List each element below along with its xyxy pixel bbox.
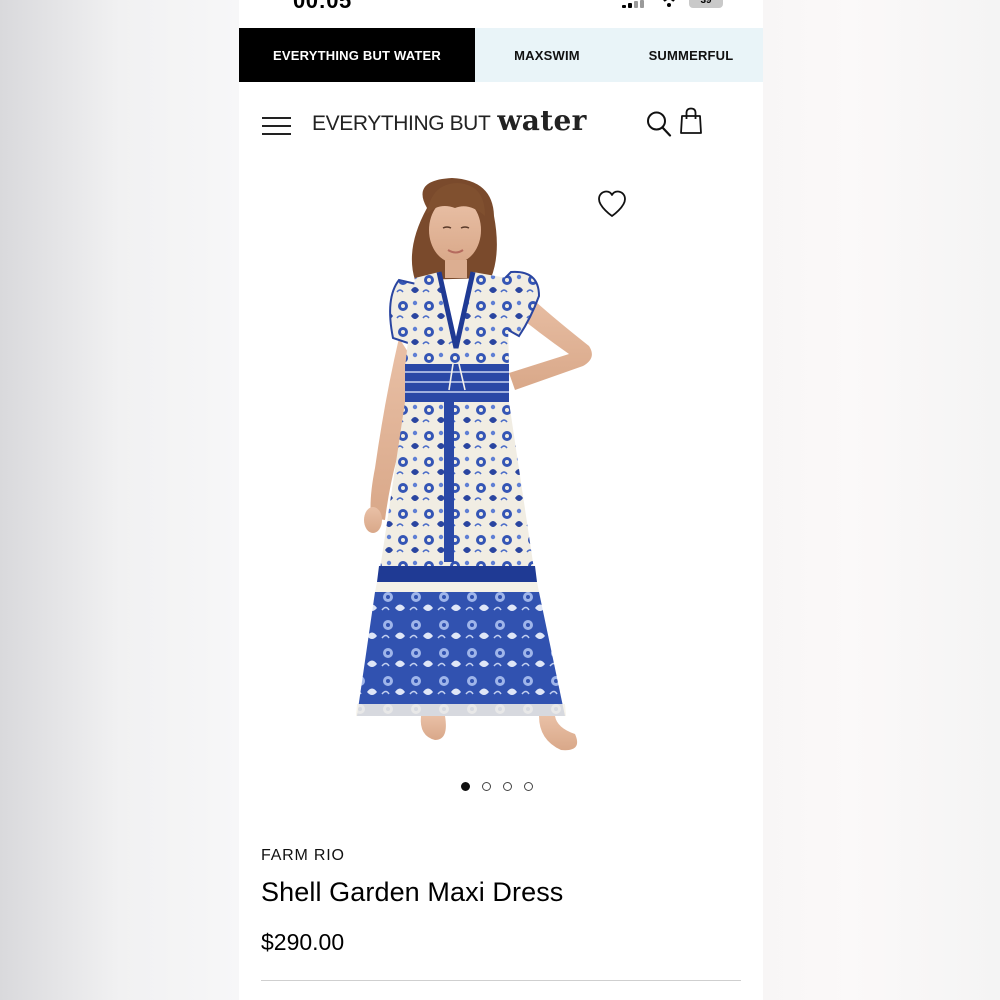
carousel-dot-4[interactable] — [524, 782, 533, 791]
carousel-dot-2[interactable] — [482, 782, 491, 791]
status-bar: 00:05 39 — [239, 0, 763, 28]
product-price: $290.00 — [261, 929, 345, 955]
wifi-icon — [663, 0, 675, 7]
product-name: Shell Garden Maxi Dress — [261, 877, 564, 907]
logo-script-text: water — [497, 104, 587, 137]
signal-icon — [622, 0, 648, 8]
carousel-dot-3[interactable] — [503, 782, 512, 791]
product-image[interactable] — [239, 168, 763, 768]
menu-icon[interactable] — [262, 115, 292, 137]
site-header: EVERYTHING BUT water — [239, 82, 763, 168]
tab-maxswim[interactable]: MAXSWIM — [475, 28, 619, 82]
shopping-bag-icon[interactable] — [679, 107, 703, 135]
carousel-dot-1[interactable] — [461, 782, 470, 791]
carousel-dots — [461, 782, 533, 794]
product-brand[interactable]: FARM RIO — [261, 847, 345, 865]
phone-screen: 00:05 39 EVERYTHING BUT WATER MAXSWIM SU… — [239, 0, 763, 1000]
heart-icon[interactable] — [596, 189, 628, 219]
status-time: 00:05 — [293, 0, 352, 13]
tab-summerful[interactable]: SUMMERFUL — [619, 28, 763, 82]
battery-icon: 39 — [689, 0, 723, 8]
search-icon[interactable] — [646, 110, 672, 138]
brand-tabs: EVERYTHING BUT WATER MAXSWIM SUMMERFUL — [239, 28, 763, 82]
tab-everything-but-water[interactable]: EVERYTHING BUT WATER — [239, 28, 475, 82]
divider — [261, 980, 741, 981]
logo-main-text: EVERYTHING BUT — [312, 112, 491, 135]
site-logo[interactable]: EVERYTHING BUT water — [312, 104, 587, 144]
